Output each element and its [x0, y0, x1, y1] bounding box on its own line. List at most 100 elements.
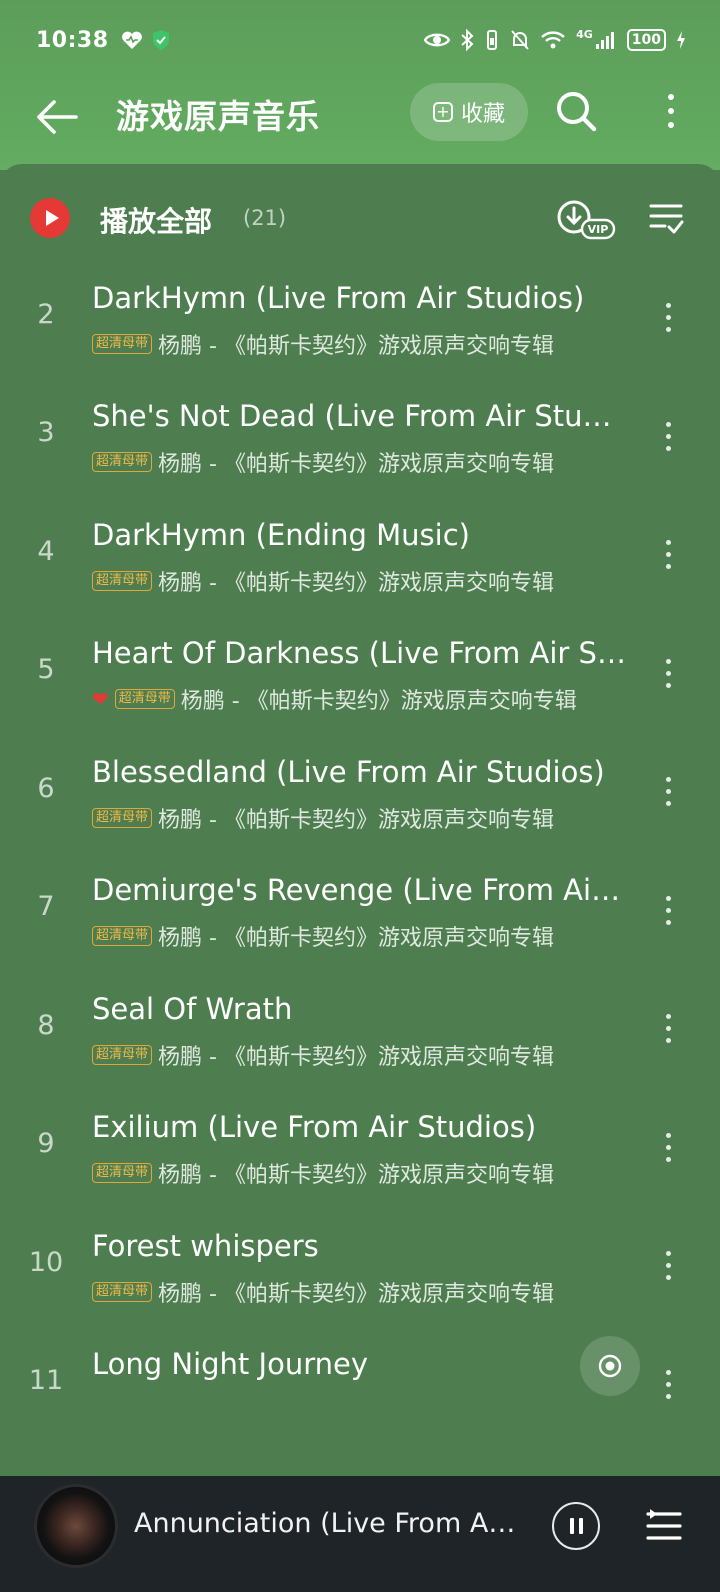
- song-number: 4: [37, 535, 55, 567]
- master-quality-badge: 超清母带: [92, 452, 153, 472]
- master-quality-badge: 超清母带: [92, 1281, 153, 1302]
- song-subtitle: 超清母带 杨鹏 - 《帕斯卡契约》游戏原声交响专辑: [92, 1158, 632, 1188]
- song-more-icon[interactable]: [656, 291, 680, 345]
- song-more-icon[interactable]: [656, 528, 680, 582]
- song-more-icon[interactable]: [656, 1120, 680, 1174]
- mute-bell-icon: [511, 30, 529, 50]
- song-subtitle: 超清母带 杨鹏 - 《帕斯卡契约》游戏原声交响专辑: [92, 803, 632, 833]
- battery-indicator: 100: [626, 29, 666, 51]
- wifi-icon: [541, 31, 565, 49]
- song-number: 11: [28, 1365, 64, 1396]
- song-subtitle: 超清母带 杨鹏 - 《帕斯卡契约》游戏原声交响专辑: [92, 447, 632, 477]
- song-number: 9: [37, 1128, 55, 1159]
- artist-album: 杨鹏 - 《帕斯卡契约》游戏原声交响专辑: [158, 570, 554, 596]
- song-row[interactable]: 9 Exilium (Live From Air Studios) 超清母带 杨鹏 -…: [0, 1098, 720, 1218]
- liked-heart-icon: ❤: [92, 687, 109, 711]
- song-row[interactable]: 8 Seal Of Wrath 超清母带 杨鹏 - 《帕斯卡契约》游戏原声交响专辑: [0, 980, 720, 1100]
- master-quality-badge: 超清母带: [92, 1044, 153, 1065]
- song-subtitle: ❤ 超清母带 杨鹏 - 《帕斯卡契约》游戏原声交响专辑: [92, 684, 632, 714]
- master-quality-badge: 超清母带: [92, 807, 153, 828]
- song-title[interactable]: Forest whispers: [92, 1229, 628, 1263]
- artist-album: 杨鹏 - 《帕斯卡契约》游戏原声交响专辑: [158, 1163, 554, 1188]
- vip-label: VIP: [588, 223, 609, 236]
- artist-album: 杨鹏 - 《帕斯卡契约》游戏原声交响专辑: [158, 452, 554, 477]
- song-title[interactable]: Exilium (Live From Air Studios): [92, 1110, 628, 1144]
- song-title[interactable]: She's Not Dead (Live From Air Studios): [92, 399, 628, 433]
- song-title[interactable]: Demiurge's Revenge (Live From Air Studio…: [92, 873, 628, 907]
- master-quality-badge: 超清母带: [92, 333, 153, 354]
- song-row[interactable]: 3 She's Not Dead (Live From Air Studios) 超…: [0, 387, 720, 507]
- artist-album: 杨鹏 - 《帕斯卡契约》游戏原声交响专辑: [158, 333, 554, 359]
- master-quality-badge: 超清母带: [92, 926, 153, 946]
- song-number: 5: [37, 654, 55, 685]
- song-row[interactable]: 2 DarkHymn (Live From Air Studios) 超清母带 杨鹏 …: [0, 269, 720, 389]
- song-row[interactable]: 10 Forest whispers 超清母带 杨鹏 - 《帕斯卡契约》游戏原声交响专…: [0, 1217, 720, 1337]
- song-number: 10: [28, 1246, 64, 1278]
- artist-album: 杨鹏 - 《帕斯卡契约》游戏原声交响专辑: [158, 1281, 554, 1307]
- play-all-label[interactable]: 播放全部: [100, 200, 212, 240]
- song-more-icon[interactable]: [656, 409, 680, 463]
- song-number: 3: [37, 417, 55, 448]
- song-row[interactable]: 4 DarkHymn (Ending Music) 超清母带 杨鹏 - 《帕斯卡契约》…: [0, 506, 720, 626]
- master-quality-badge: 超清母带: [92, 1163, 153, 1183]
- song-subtitle: [92, 1395, 632, 1425]
- master-quality-badge: 超清母带: [92, 570, 153, 591]
- song-number: 2: [37, 298, 55, 330]
- bluetooth-icon: [461, 29, 474, 51]
- song-row[interactable]: 7 Demiurge's Revenge (Live From Air Studi…: [0, 861, 720, 981]
- search-icon[interactable]: [553, 88, 599, 134]
- song-subtitle: 超清母带 杨鹏 - 《帕斯卡契约》游戏原声交响专辑: [92, 566, 632, 596]
- song-subtitle: 超清母带 杨鹏 - 《帕斯卡契约》游戏原声交响专辑: [92, 329, 632, 359]
- song-title[interactable]: Seal Of Wrath: [92, 992, 628, 1026]
- song-title[interactable]: DarkHymn (Live From Air Studios): [92, 281, 628, 315]
- page-title: 游戏原声音乐: [116, 97, 320, 136]
- eye-icon: [424, 33, 451, 47]
- add-box-icon: +: [432, 102, 453, 122]
- song-subtitle: 超清母带 杨鹏 - 《帕斯卡契约》游戏原声交响专辑: [92, 1277, 632, 1307]
- multi-select-icon[interactable]: [648, 202, 684, 236]
- network-type: 4G: [576, 27, 593, 41]
- play-all-bar: 播放全部 (21) VIP: [0, 164, 720, 260]
- song-more-icon[interactable]: [656, 765, 680, 819]
- song-number: 6: [37, 772, 55, 804]
- song-more-icon[interactable]: [656, 1357, 680, 1411]
- signal-icon: [595, 32, 614, 49]
- collect-label: 收藏: [460, 102, 505, 127]
- more-vertical-icon[interactable]: [654, 88, 688, 134]
- song-subtitle: 超清母带 杨鹏 - 《帕斯卡契约》游戏原声交响专辑: [92, 921, 632, 951]
- song-title[interactable]: Heart Of Darkness (Live From Air Studios…: [92, 636, 628, 670]
- back-arrow-icon[interactable]: [34, 94, 80, 140]
- playlist-queue-icon[interactable]: [644, 1506, 684, 1546]
- status-time: 10:38: [36, 27, 109, 53]
- playlist-header: 游戏原声音乐 + 收藏: [0, 80, 720, 166]
- status-bar: 10:38 4G 100: [0, 0, 720, 80]
- target-icon: [598, 1354, 622, 1378]
- mini-player[interactable]: Annunciation (Live From Air Studios): [0, 1476, 720, 1592]
- album-cover[interactable]: [34, 1484, 118, 1568]
- song-title[interactable]: Blessedland (Live From Air Studios): [92, 755, 628, 789]
- now-playing-title[interactable]: Annunciation (Live From Air Studios): [134, 1508, 520, 1539]
- health-heart-icon: [121, 31, 142, 49]
- song-number: 7: [37, 891, 55, 922]
- vip-download-icon[interactable]: VIP: [556, 198, 616, 240]
- song-row[interactable]: 6 Blessedland (Live From Air Studios) 超清母带…: [0, 743, 720, 863]
- play-all-icon[interactable]: [30, 198, 70, 238]
- pause-button[interactable]: [552, 1502, 600, 1550]
- artist-album: 杨鹏 - 《帕斯卡契约》游戏原声交响专辑: [180, 689, 577, 714]
- song-list: 1超清母带Ren Ji - 《帕斯卡契约》游戏原声交响专辑2DarkHymn (…: [0, 260, 720, 1470]
- artist-album: 杨鹏 - 《帕斯卡契约》游戏原声交响专辑: [158, 1044, 554, 1070]
- song-title[interactable]: Long Night Journey: [92, 1347, 628, 1381]
- charging-bolt-icon: [677, 31, 685, 49]
- collect-button[interactable]: + 收藏: [410, 83, 528, 141]
- song-title[interactable]: DarkHymn (Ending Music): [92, 518, 628, 552]
- shield-check-icon: [152, 30, 169, 50]
- locate-current-song-button[interactable]: [580, 1336, 640, 1396]
- song-more-icon[interactable]: [656, 646, 680, 700]
- song-more-icon[interactable]: [656, 883, 680, 937]
- artist-album: 杨鹏 - 《帕斯卡契约》游戏原声交响专辑: [158, 807, 554, 833]
- song-row[interactable]: 5 Heart Of Darkness (Live From Air Studio…: [0, 624, 720, 744]
- song-number: 8: [37, 1009, 55, 1041]
- song-more-icon[interactable]: [656, 1239, 680, 1293]
- song-more-icon[interactable]: [656, 1002, 680, 1056]
- vibrate-icon: [487, 30, 498, 50]
